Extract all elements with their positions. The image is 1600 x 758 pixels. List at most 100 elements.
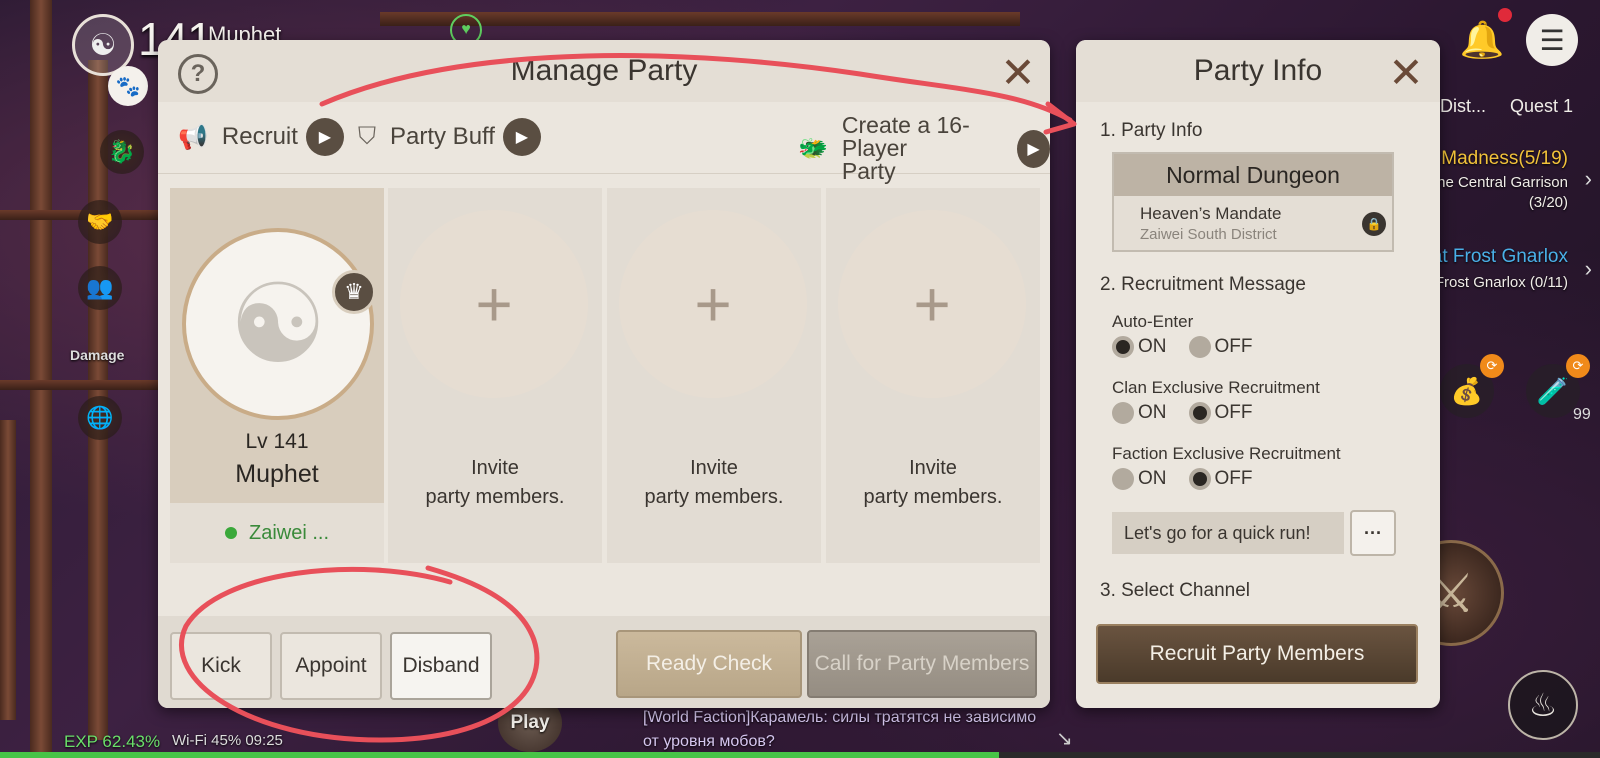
party-slot-invite[interactable]: + Invite party members. [826,188,1040,563]
exp-text: EXP 62.43% [64,732,161,751]
add-member-icon[interactable]: + [838,210,1026,398]
close-icon[interactable]: ✕ [1384,49,1428,96]
online-status-dot [224,527,237,539]
party-members-icon[interactable]: 👥 [78,266,122,310]
radio-dot [1112,336,1134,358]
invite-text: Invite party members. [425,457,565,508]
quest1-title[interactable]: e Madness(5/19) [1425,148,1568,170]
chevron-right-icon[interactable]: › [1585,166,1592,192]
dungeon-name: Heaven’s Mandate [1140,204,1282,223]
party-footer: Kick Appoint Disband Ready Check Call fo… [158,616,1050,708]
manage-party-title: Manage Party [510,54,698,87]
create-16-label: Create a 16-Player Party [842,114,1009,183]
create-16-party-tool[interactable]: 🐲 Create a 16-Player Party ▶ [798,114,1050,183]
add-member-icon[interactable]: + [619,210,807,398]
clan-exclusive-off-radio[interactable]: OFF [1188,402,1253,424]
lock-icon: 🔒 [1362,212,1386,236]
disband-button[interactable]: Disband [390,632,492,700]
clan-exclusive-on-radio[interactable]: ON [1112,402,1167,424]
party-info-panel: Party Info ✕ 1. Party Info Normal Dungeo… [1076,40,1440,708]
device-status: Wi-Fi 45% 09:25 [172,732,283,749]
dungeon-location: Zaiwei South District [1140,226,1277,243]
faction-exclusive-radio-group: ON OFF [1112,468,1253,490]
quest2-title[interactable]: at Frost Gnarlox [1432,246,1568,268]
faction-exclusive-off-radio[interactable]: OFF [1188,468,1253,490]
recruit-party-members-button[interactable]: Recruit Party Members [1096,624,1418,684]
recruit-label: Recruit [221,123,298,150]
chat-line: от уровня мобов? [643,733,775,750]
avatar: ☯ [182,228,374,420]
exp-bar [0,752,1600,758]
invite-text: Invite party members. [644,457,784,508]
dragon-icon[interactable]: 🐉 [100,130,144,174]
quest1-sub: the Central Garrison [1432,174,1568,191]
section-recruitment-message: 2. Recruitment Message [1100,274,1306,295]
radio-label: ON [1138,468,1167,489]
auto-enter-label: Auto-Enter [1112,312,1194,331]
radio-label: OFF [1214,336,1253,357]
party-slot-invite[interactable]: + Invite party members. [607,188,821,563]
shield-bolt-icon: ⛉ [358,123,376,150]
refresh-badge-icon: ⟳ [1566,354,1590,378]
recruit-tool[interactable]: 📢 Recruit ▶ [178,118,344,156]
radio-dot [1188,468,1211,490]
member-name: Muphet [235,460,319,488]
expand-chat-icon[interactable]: ↘ [1056,726,1073,751]
manage-party-panel: ? Manage Party ✕ 📢 Recruit ▶ ⛉ Party Buf… [158,40,1050,708]
party-slot-invite[interactable]: + Invite party members. [388,188,602,563]
skill-icon[interactable]: ♨ [1508,670,1578,740]
appoint-button[interactable]: Appoint [280,632,382,700]
recruit-play-button[interactable]: ▶ [305,118,344,156]
quest2-sub: Frost Gnarlox (0/11) [1434,274,1568,291]
call-party-members-button[interactable]: Call for Party Members [807,630,1037,698]
close-icon[interactable]: ✕ [996,49,1040,96]
party-slot-self[interactable]: ☯ ♛ Lv 141 Muphet Zaiwei ... [170,188,384,563]
radio-label: OFF [1214,402,1253,423]
party-buff-tool[interactable]: ⛉ Party Buff ▶ [358,118,541,156]
create-16-line2: Party [841,158,896,184]
dungeon-type: Normal Dungeon [1114,154,1392,196]
clan-exclusive-radio-group: ON OFF [1112,402,1253,424]
damage-label[interactable]: Damage [70,347,124,363]
section-select-channel: 3. Select Channel [1100,580,1250,601]
radio-label: ON [1138,336,1167,357]
manage-party-header: ? Manage Party ✕ [158,40,1050,102]
exp-bar-fill [0,752,999,758]
faction-exclusive-on-radio[interactable]: ON [1112,468,1167,490]
party-info-header: Party Info ✕ [1076,40,1440,102]
radio-dot [1112,402,1134,424]
radio-label: OFF [1214,468,1253,489]
globe-icon[interactable]: 🌐 [78,396,122,440]
radio-dot [1188,336,1211,358]
party-toolbar: 📢 Recruit ▶ ⛉ Party Buff ▶ 🐲 Create a 16… [158,102,1050,183]
annotation-arrowhead [1043,101,1077,135]
member-level: Lv 141 [245,430,309,453]
dragon-emblem-icon: 🐲 [798,135,828,162]
quest-tab-quest[interactable]: Quest 1 [1510,96,1573,117]
auto-enter-on-radio[interactable]: ON [1112,336,1167,358]
quest1-count: (3/20) [1528,194,1568,211]
faction-exclusive-label: Faction Exclusive Recruitment [1112,444,1341,463]
edit-message-button[interactable]: ··· [1350,510,1396,556]
dungeon-selector[interactable]: Normal Dungeon Heaven’s Mandate Zaiwei S… [1112,152,1394,252]
add-member-icon[interactable]: + [400,210,588,398]
member-location-text: Zaiwei ... [248,521,330,544]
bell-icon[interactable]: 🔔 [1456,14,1508,66]
chat-line: [World Faction]Карамель: силы тратятся н… [643,709,1037,726]
chevron-right-icon[interactable]: › [1585,256,1592,282]
chat-message[interactable]: [World Faction]Карамель: силы тратятся н… [643,706,1036,754]
create-16-line1: Create a 16-Player [841,112,970,161]
crown-icon: ♛ [332,270,376,314]
create-16-play-button[interactable]: ▶ [1017,129,1050,168]
auto-enter-off-radio[interactable]: OFF [1188,336,1253,358]
kick-button[interactable]: Kick [170,632,272,700]
radio-dot [1112,468,1134,490]
menu-icon[interactable]: ☰ [1526,14,1578,66]
party-buff-play-button[interactable]: ▶ [502,118,541,156]
pet-paw-icon[interactable]: 🐾 [108,66,148,106]
quest-tab-dist[interactable]: Dist... [1440,96,1486,117]
ready-check-button[interactable]: Ready Check [616,630,802,698]
notification-dot [1498,8,1512,22]
recruitment-message-field[interactable]: Let's go for a quick run! [1112,512,1344,554]
handshake-icon[interactable]: 🤝 [78,200,122,244]
